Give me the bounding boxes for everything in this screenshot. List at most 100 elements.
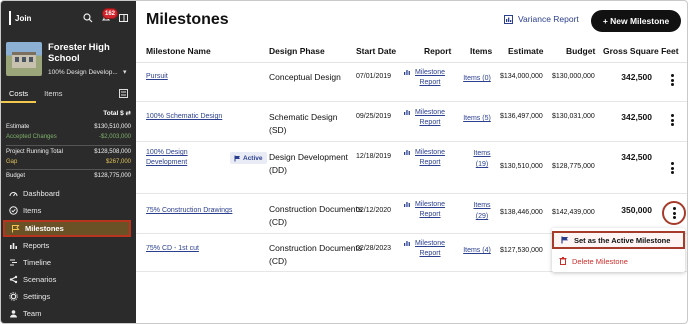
sidebar-item-label: Reports bbox=[23, 241, 50, 250]
bar-chart-icon bbox=[404, 202, 410, 207]
design-phase: Schematic Design (SD) bbox=[269, 112, 338, 135]
milestone-report-link[interactable]: Milestone Report bbox=[404, 148, 448, 168]
items-link[interactable]: Items (19) bbox=[472, 148, 492, 170]
variance-report-label: Variance Report bbox=[518, 14, 579, 24]
milestone-report-link[interactable]: Milestone Report bbox=[404, 68, 448, 88]
variance-report-link[interactable]: Variance Report bbox=[504, 14, 579, 24]
active-badge-label: Active bbox=[243, 154, 263, 162]
milestone-name-link[interactable]: 75% Construction Drawings bbox=[146, 207, 232, 214]
sidebar-item-label: Scenarios bbox=[23, 275, 57, 284]
sidebar-item-reports[interactable]: Reports bbox=[1, 237, 136, 254]
column-header-design-phase[interactable]: Design Phase bbox=[269, 46, 325, 56]
search-icon[interactable] bbox=[83, 13, 93, 23]
budget-value: $130,000,000 bbox=[552, 73, 595, 80]
milestone-name-link[interactable]: 75% CD - 1st cut bbox=[146, 245, 199, 252]
more-options-icon[interactable] bbox=[671, 162, 674, 176]
report-label: Milestone Report bbox=[415, 69, 445, 86]
column-header-name[interactable]: Milestone Name bbox=[146, 46, 211, 56]
set-active-milestone-menu-item[interactable]: Set as the Active Milestone bbox=[552, 231, 685, 249]
budget-value: $128,775,000 bbox=[552, 163, 595, 170]
start-date: 07/01/2019 bbox=[356, 73, 392, 80]
sidebar-item-label: Timeline bbox=[23, 258, 52, 267]
cost-label: Budget bbox=[6, 173, 26, 179]
items-link[interactable]: Items (4) bbox=[460, 245, 494, 256]
divider bbox=[136, 62, 687, 63]
cost-row-gap: Gap $267,000 bbox=[6, 159, 131, 165]
project-phase: 100% Design Develop... bbox=[48, 69, 118, 76]
report-icon bbox=[504, 14, 513, 24]
bar-chart-icon bbox=[404, 70, 410, 75]
cost-label: Estimate bbox=[6, 124, 30, 130]
sidebar-item-milestones[interactable]: Milestones bbox=[3, 220, 131, 237]
divider bbox=[136, 193, 687, 194]
sidebar-item-team[interactable]: Team bbox=[1, 305, 136, 322]
cost-value: -$2,003,000 bbox=[98, 134, 131, 140]
column-header-report: Report bbox=[424, 46, 452, 56]
start-date: 02/28/2023 bbox=[356, 245, 392, 252]
items-link[interactable]: Items (0) bbox=[460, 73, 494, 84]
bar-chart-icon bbox=[404, 241, 410, 246]
cost-label: Accepted Changes bbox=[6, 134, 57, 140]
column-header-start-date[interactable]: Start Date bbox=[356, 46, 396, 56]
calculator-icon[interactable] bbox=[119, 89, 128, 98]
sidebar-item-items[interactable]: Items bbox=[1, 202, 136, 219]
team-icon bbox=[10, 310, 17, 318]
sidebar-item-dashboard[interactable]: Dashboard bbox=[1, 185, 136, 202]
column-header-gsf[interactable]: Gross Square Feet bbox=[603, 46, 679, 56]
cost-value: $128,508,000 bbox=[94, 149, 131, 155]
tab-items[interactable]: Items bbox=[36, 87, 70, 103]
estimate-value: $134,000,000 bbox=[500, 73, 543, 80]
sidebar-item-timeline[interactable]: Timeline bbox=[1, 254, 136, 271]
divider bbox=[6, 145, 131, 146]
total-label: Total $ bbox=[103, 110, 124, 117]
design-phase: Conceptual Design bbox=[269, 72, 341, 82]
report-label: Milestone Report bbox=[415, 240, 445, 257]
join-logo[interactable]: Join bbox=[9, 11, 31, 25]
bar-chart-icon bbox=[404, 110, 410, 115]
sidebar-item-scenarios[interactable]: Scenarios bbox=[1, 271, 136, 288]
cost-value: $130,510,000 bbox=[94, 124, 131, 130]
milestone-report-link[interactable]: Milestone Report bbox=[404, 239, 448, 259]
sidebar-item-label: Items bbox=[23, 206, 42, 215]
items-link[interactable]: Items (5) bbox=[460, 113, 494, 124]
budget-value: $130,031,000 bbox=[552, 113, 595, 120]
collapse-panel-icon[interactable] bbox=[119, 14, 128, 22]
items-link[interactable]: Items (29) bbox=[472, 200, 492, 222]
cost-row-running-total: Project Running Total $128,508,000 bbox=[6, 149, 131, 155]
gsf-value: 350,000 bbox=[621, 205, 652, 215]
gsf-value: 342,500 bbox=[621, 152, 652, 162]
column-header-budget[interactable]: Budget bbox=[566, 46, 595, 56]
more-options-icon[interactable] bbox=[673, 207, 676, 221]
app-window: Join 162 Forester High School 100% Desig… bbox=[0, 0, 688, 324]
cost-value: $128,775,000 bbox=[94, 173, 131, 179]
cost-label: Project Running Total bbox=[6, 149, 63, 155]
flag-icon bbox=[12, 225, 20, 233]
menu-item-label: Set as the Active Milestone bbox=[574, 235, 671, 245]
sidebar-item-settings[interactable]: Settings bbox=[1, 288, 136, 305]
column-header-estimate[interactable]: Estimate bbox=[508, 46, 543, 56]
logo-text: Join bbox=[15, 13, 32, 23]
milestone-name-link[interactable]: 100% Schematic Design bbox=[146, 113, 222, 120]
flag-icon bbox=[561, 236, 568, 244]
total-header[interactable]: Total $ ⇄ bbox=[6, 109, 131, 117]
milestone-report-link[interactable]: Milestone Report bbox=[404, 108, 448, 128]
more-options-icon[interactable] bbox=[671, 74, 674, 88]
chevron-down-icon[interactable]: ▾ bbox=[123, 68, 127, 76]
cost-row-accepted-changes: Accepted Changes -$2,003,000 bbox=[6, 134, 131, 140]
column-header-items[interactable]: Items bbox=[470, 46, 492, 56]
delete-milestone-menu-item[interactable]: Delete Milestone bbox=[552, 252, 685, 270]
tab-costs[interactable]: Costs bbox=[1, 87, 37, 103]
divider bbox=[6, 169, 131, 170]
notification-count-badge: 162 bbox=[102, 8, 118, 19]
estimate-value: $130,510,000 bbox=[500, 163, 543, 170]
project-switcher[interactable]: Forester High School 100% Design Develop… bbox=[1, 37, 136, 87]
milestone-report-link[interactable]: Milestone Report bbox=[404, 200, 448, 220]
gear-icon bbox=[9, 292, 18, 301]
more-options-icon[interactable] bbox=[671, 114, 674, 128]
page-title: Milestones bbox=[146, 11, 229, 28]
design-phase: Construction Documents (CD) bbox=[269, 204, 363, 227]
active-badge: Active bbox=[230, 152, 267, 164]
new-milestone-button[interactable]: + New Milestone bbox=[591, 10, 681, 32]
milestone-name-link[interactable]: 100% Design Development bbox=[146, 148, 226, 168]
milestone-name-link[interactable]: Pursuit bbox=[146, 73, 168, 80]
